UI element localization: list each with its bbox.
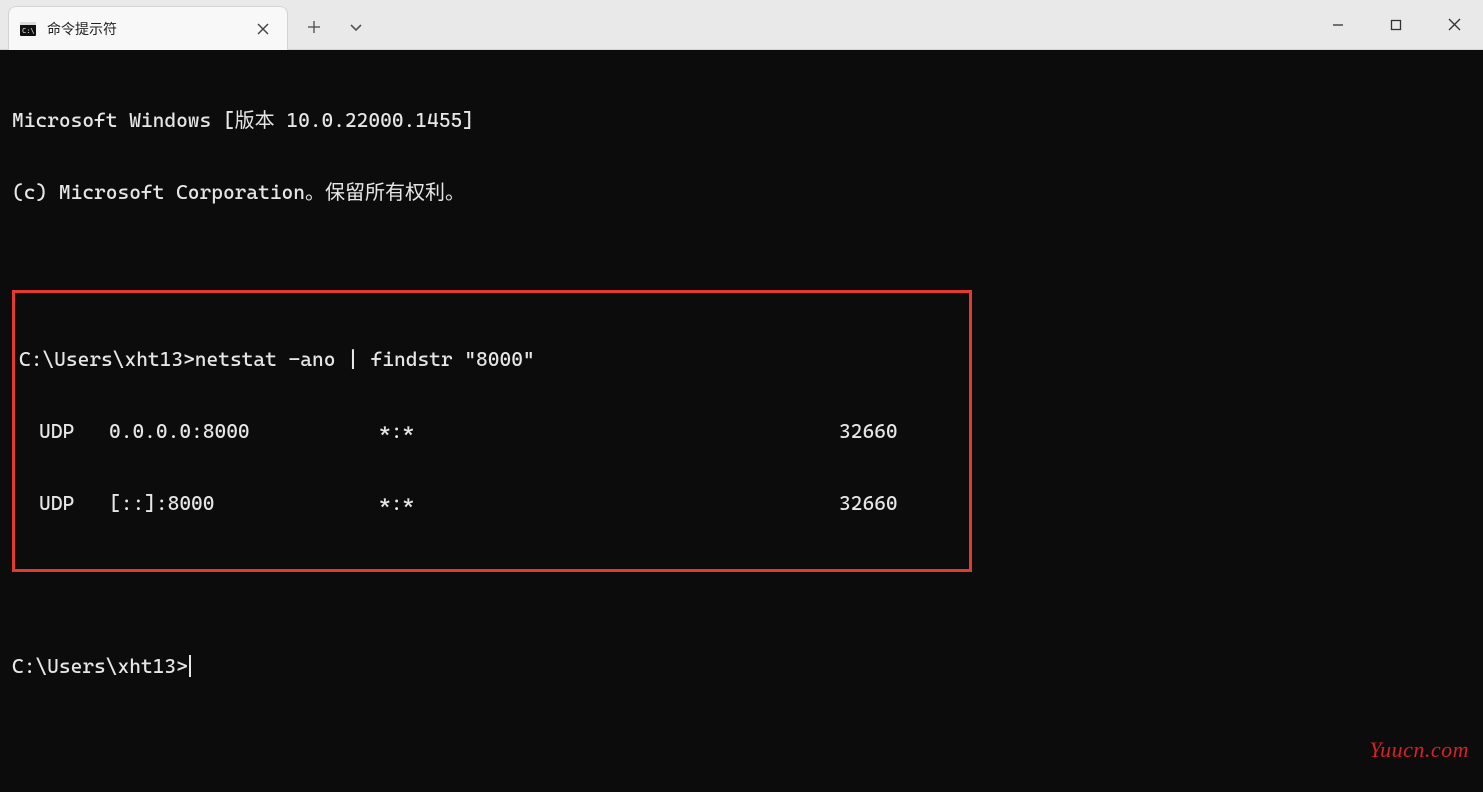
close-icon	[257, 23, 269, 35]
text-cursor	[189, 655, 191, 677]
col-foreign: *:*	[379, 491, 839, 515]
prompt-text: C:\Users\xht13>	[19, 347, 195, 371]
col-local: 0.0.0.0:8000	[109, 419, 379, 443]
banner-line: Microsoft Windows [版本 10.0.22000.1455]	[12, 108, 1471, 132]
tab-dropdown-button[interactable]	[336, 7, 376, 47]
minimize-button[interactable]	[1309, 0, 1367, 49]
terminal-output[interactable]: Microsoft Windows [版本 10.0.22000.1455] (…	[0, 50, 1483, 792]
new-tab-button[interactable]	[294, 7, 334, 47]
tabstrip-actions	[288, 0, 376, 49]
watermark-text: Yuucn.com	[1369, 738, 1469, 762]
terminal-icon: C:\	[19, 20, 37, 38]
banner-line: (c) Microsoft Corporation。保留所有权利。	[12, 180, 1471, 204]
col-proto: UDP	[19, 419, 109, 443]
tab-command-prompt[interactable]: C:\ 命令提示符	[8, 6, 288, 50]
tab-title: 命令提示符	[47, 19, 241, 39]
maximize-icon	[1390, 19, 1402, 31]
command-line: C:\Users\xht13>netstat -ano | findstr "8…	[19, 347, 965, 371]
col-local: [::]:8000	[109, 491, 379, 515]
netstat-row: UDP[::]:8000*:*32660	[19, 491, 965, 515]
chevron-down-icon	[349, 20, 363, 34]
tab-close-button[interactable]	[251, 17, 275, 41]
minimize-icon	[1332, 19, 1344, 31]
maximize-button[interactable]	[1367, 0, 1425, 49]
col-proto: UDP	[19, 491, 109, 515]
svg-text:C:\: C:\	[22, 27, 35, 35]
close-window-button[interactable]	[1425, 0, 1483, 49]
close-icon	[1448, 18, 1461, 31]
prompt-text: C:\Users\xht13>	[12, 654, 188, 678]
col-pid: 32660	[839, 419, 898, 443]
col-pid: 32660	[839, 491, 898, 515]
col-foreign: *:*	[379, 419, 839, 443]
plus-icon	[307, 20, 321, 34]
window-controls	[1309, 0, 1483, 49]
highlighted-output: C:\Users\xht13>netstat -ano | findstr "8…	[12, 290, 972, 572]
current-prompt-line: C:\Users\xht13>	[12, 654, 1471, 678]
netstat-row: UDP0.0.0.0:8000*:*32660	[19, 419, 965, 443]
titlebar: C:\ 命令提示符	[0, 0, 1483, 50]
command-text: netstat -ano | findstr "8000"	[195, 347, 535, 371]
